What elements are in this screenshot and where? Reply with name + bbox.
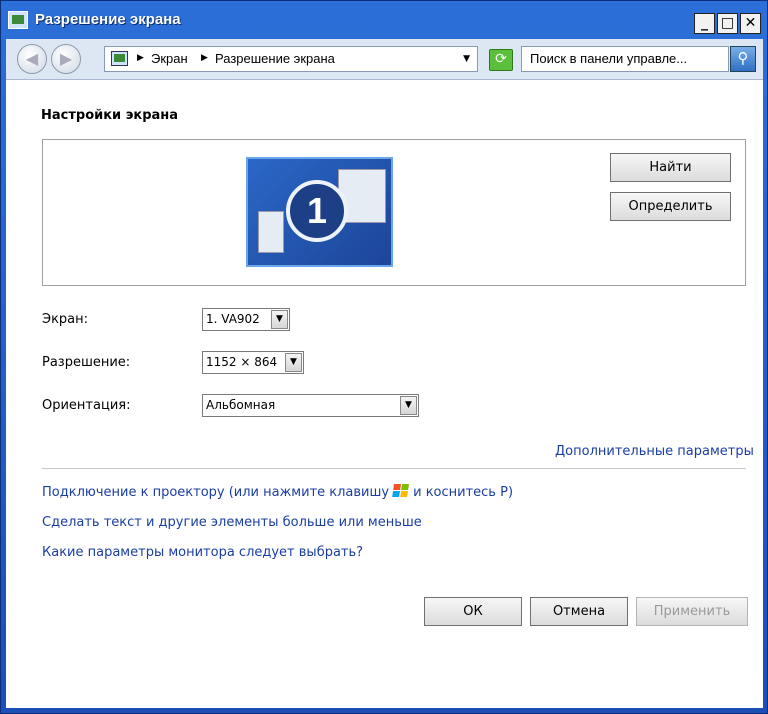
windows-logo-icon <box>392 484 411 498</box>
control-panel-icon <box>111 51 128 66</box>
title-bar[interactable]: Разрешение экрана _ □ ✕ <box>1 1 767 39</box>
breadcrumb-resolution[interactable]: Разрешение экрана <box>215 51 335 66</box>
text-size-link[interactable]: Сделать текст и другие элементы больше и… <box>42 515 422 530</box>
maximize-button[interactable]: □ <box>717 13 738 34</box>
close-button[interactable]: ✕ <box>740 13 761 34</box>
resolution-select-value: 1152 × 864 <box>206 355 278 369</box>
projector-link-text[interactable]: Подключение к проектору (или нажмите кла… <box>42 485 389 500</box>
monitor-thumbnail[interactable]: 1 <box>246 157 393 267</box>
orientation-select-value: Альбомная <box>206 398 276 412</box>
projector-link-text-end[interactable]: и коснитесь P) <box>413 485 513 500</box>
monitor-number-badge: 1 <box>286 180 348 242</box>
arrow-left-icon: ◀ <box>25 49 39 68</box>
navigation-toolbar: ◀ ▶ ▶ Экран ▶ Разрешение экрана ▼ ⟳ Поис… <box>6 39 763 80</box>
monitor-preview-area: 1 Найти Определить <box>42 139 746 286</box>
address-dropdown-icon[interactable]: ▼ <box>463 54 470 64</box>
search-button[interactable]: ⚲ <box>730 46 756 72</box>
orientation-label: Ориентация: <box>42 398 131 413</box>
resolution-label: Разрешение: <box>42 355 131 370</box>
search-input[interactable]: Поиск в панели управле... <box>521 46 729 72</box>
chevron-down-icon[interactable]: ▼ <box>400 396 417 415</box>
refresh-icon: ⟳ <box>495 51 507 67</box>
display-settings-icon <box>8 11 28 29</box>
breadcrumb-screen[interactable]: Экран <box>151 51 188 66</box>
window-title: Разрешение экрана <box>35 11 181 28</box>
screen-label: Экран: <box>42 312 89 327</box>
address-bar[interactable]: ▶ Экран ▶ Разрешение экрана ▼ <box>104 46 478 72</box>
divider <box>42 468 746 469</box>
arrow-right-icon: ▶ <box>59 49 73 68</box>
cancel-button[interactable]: Отмена <box>530 597 628 626</box>
forward-button[interactable]: ▶ <box>51 44 81 74</box>
find-button[interactable]: Найти <box>610 153 731 182</box>
advanced-settings-link[interactable]: Дополнительные параметры <box>555 444 754 459</box>
projector-link[interactable]: Подключение к проектору (или нажмите кла… <box>42 484 513 500</box>
minimize-button[interactable]: _ <box>694 13 715 34</box>
main-content: Настройки экрана 1 Найти Определить Экра… <box>6 80 763 708</box>
page-title: Настройки экрана <box>41 108 179 123</box>
ok-button[interactable]: ОК <box>424 597 522 626</box>
monitor-window-icon <box>258 211 284 253</box>
breadcrumb-arrow-icon[interactable]: ▶ <box>137 53 144 63</box>
display-resolution-window: Разрешение экрана _ □ ✕ ◀ ▶ ▶ Экран ▶ Ра… <box>0 0 768 714</box>
chevron-down-icon[interactable]: ▼ <box>271 310 288 329</box>
chevron-down-icon[interactable]: ▼ <box>285 353 302 372</box>
breadcrumb-arrow-icon[interactable]: ▶ <box>201 53 208 63</box>
screen-select-value: 1. VA902 <box>206 312 260 326</box>
monitor-help-link[interactable]: Какие параметры монитора следует выбрать… <box>42 545 363 560</box>
orientation-select[interactable]: Альбомная ▼ <box>202 394 419 417</box>
identify-button[interactable]: Определить <box>610 192 731 221</box>
refresh-button[interactable]: ⟳ <box>489 49 513 71</box>
back-button[interactable]: ◀ <box>17 44 47 74</box>
apply-button[interactable]: Применить <box>636 597 748 626</box>
resolution-select[interactable]: 1152 × 864 ▼ <box>202 351 304 374</box>
search-icon: ⚲ <box>737 49 749 67</box>
screen-select[interactable]: 1. VA902 ▼ <box>202 308 290 331</box>
